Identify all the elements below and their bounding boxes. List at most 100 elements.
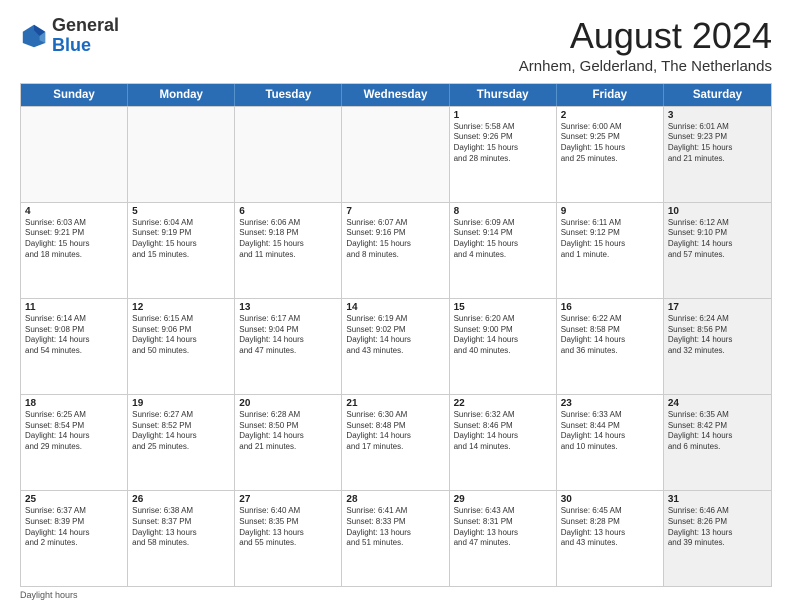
calendar-cell: 16Sunrise: 6:22 AM Sunset: 8:58 PM Dayli… (557, 299, 664, 394)
day-info: Sunrise: 6:41 AM Sunset: 8:33 PM Dayligh… (346, 506, 444, 549)
day-number: 19 (132, 398, 230, 409)
calendar-cell: 19Sunrise: 6:27 AM Sunset: 8:52 PM Dayli… (128, 395, 235, 490)
header: General Blue August 2024 Arnhem, Gelderl… (20, 16, 772, 75)
calendar-cell: 1Sunrise: 5:58 AM Sunset: 9:26 PM Daylig… (450, 107, 557, 202)
calendar-week: 1Sunrise: 5:58 AM Sunset: 9:26 PM Daylig… (21, 106, 771, 202)
calendar-cell: 29Sunrise: 6:43 AM Sunset: 8:31 PM Dayli… (450, 491, 557, 586)
day-info: Sunrise: 6:35 AM Sunset: 8:42 PM Dayligh… (668, 410, 767, 453)
day-info: Sunrise: 6:14 AM Sunset: 9:08 PM Dayligh… (25, 314, 123, 357)
logo-general-text: General (52, 15, 119, 35)
month-title: August 2024 (519, 16, 772, 56)
calendar-cell (235, 107, 342, 202)
day-info: Sunrise: 6:28 AM Sunset: 8:50 PM Dayligh… (239, 410, 337, 453)
day-number: 11 (25, 302, 123, 313)
logo-blue-text: Blue (52, 35, 91, 55)
day-number: 10 (668, 206, 767, 217)
calendar-cell: 30Sunrise: 6:45 AM Sunset: 8:28 PM Dayli… (557, 491, 664, 586)
calendar-cell: 13Sunrise: 6:17 AM Sunset: 9:04 PM Dayli… (235, 299, 342, 394)
calendar-header: SundayMondayTuesdayWednesdayThursdayFrid… (21, 84, 771, 106)
day-number: 28 (346, 494, 444, 505)
calendar-cell: 14Sunrise: 6:19 AM Sunset: 9:02 PM Dayli… (342, 299, 449, 394)
day-number: 1 (454, 110, 552, 121)
calendar-cell: 9Sunrise: 6:11 AM Sunset: 9:12 PM Daylig… (557, 203, 664, 298)
calendar-cell: 8Sunrise: 6:09 AM Sunset: 9:14 PM Daylig… (450, 203, 557, 298)
calendar-cell: 21Sunrise: 6:30 AM Sunset: 8:48 PM Dayli… (342, 395, 449, 490)
day-info: Sunrise: 6:27 AM Sunset: 8:52 PM Dayligh… (132, 410, 230, 453)
day-info: Sunrise: 6:43 AM Sunset: 8:31 PM Dayligh… (454, 506, 552, 549)
calendar-cell: 2Sunrise: 6:00 AM Sunset: 9:25 PM Daylig… (557, 107, 664, 202)
calendar-header-cell: Sunday (21, 84, 128, 106)
day-number: 21 (346, 398, 444, 409)
day-info: Sunrise: 6:19 AM Sunset: 9:02 PM Dayligh… (346, 314, 444, 357)
calendar-cell: 24Sunrise: 6:35 AM Sunset: 8:42 PM Dayli… (664, 395, 771, 490)
day-info: Sunrise: 6:07 AM Sunset: 9:16 PM Dayligh… (346, 218, 444, 261)
title-block: August 2024 Arnhem, Gelderland, The Neth… (519, 16, 772, 75)
calendar-week: 18Sunrise: 6:25 AM Sunset: 8:54 PM Dayli… (21, 394, 771, 490)
day-info: Sunrise: 6:38 AM Sunset: 8:37 PM Dayligh… (132, 506, 230, 549)
calendar-header-cell: Friday (557, 84, 664, 106)
day-info: Sunrise: 6:00 AM Sunset: 9:25 PM Dayligh… (561, 122, 659, 165)
day-info: Sunrise: 6:15 AM Sunset: 9:06 PM Dayligh… (132, 314, 230, 357)
calendar-cell (21, 107, 128, 202)
page: General Blue August 2024 Arnhem, Gelderl… (0, 0, 792, 612)
calendar-header-cell: Tuesday (235, 84, 342, 106)
day-info: Sunrise: 6:11 AM Sunset: 9:12 PM Dayligh… (561, 218, 659, 261)
calendar-cell (342, 107, 449, 202)
calendar-cell: 6Sunrise: 6:06 AM Sunset: 9:18 PM Daylig… (235, 203, 342, 298)
calendar-cell: 3Sunrise: 6:01 AM Sunset: 9:23 PM Daylig… (664, 107, 771, 202)
day-number: 2 (561, 110, 659, 121)
day-info: Sunrise: 6:32 AM Sunset: 8:46 PM Dayligh… (454, 410, 552, 453)
calendar-cell: 11Sunrise: 6:14 AM Sunset: 9:08 PM Dayli… (21, 299, 128, 394)
day-number: 20 (239, 398, 337, 409)
logo: General Blue (20, 16, 119, 56)
day-info: Sunrise: 6:37 AM Sunset: 8:39 PM Dayligh… (25, 506, 123, 549)
calendar-cell: 22Sunrise: 6:32 AM Sunset: 8:46 PM Dayli… (450, 395, 557, 490)
day-info: Sunrise: 6:03 AM Sunset: 9:21 PM Dayligh… (25, 218, 123, 261)
calendar-cell: 5Sunrise: 6:04 AM Sunset: 9:19 PM Daylig… (128, 203, 235, 298)
calendar-cell: 28Sunrise: 6:41 AM Sunset: 8:33 PM Dayli… (342, 491, 449, 586)
day-number: 26 (132, 494, 230, 505)
logo-icon (20, 22, 48, 50)
day-number: 17 (668, 302, 767, 313)
day-info: Sunrise: 6:24 AM Sunset: 8:56 PM Dayligh… (668, 314, 767, 357)
calendar-header-cell: Saturday (664, 84, 771, 106)
calendar-week: 4Sunrise: 6:03 AM Sunset: 9:21 PM Daylig… (21, 202, 771, 298)
calendar-cell (128, 107, 235, 202)
day-info: Sunrise: 6:09 AM Sunset: 9:14 PM Dayligh… (454, 218, 552, 261)
calendar-cell: 27Sunrise: 6:40 AM Sunset: 8:35 PM Dayli… (235, 491, 342, 586)
day-info: Sunrise: 6:06 AM Sunset: 9:18 PM Dayligh… (239, 218, 337, 261)
day-number: 8 (454, 206, 552, 217)
calendar-cell: 18Sunrise: 6:25 AM Sunset: 8:54 PM Dayli… (21, 395, 128, 490)
day-number: 25 (25, 494, 123, 505)
day-number: 14 (346, 302, 444, 313)
day-number: 22 (454, 398, 552, 409)
calendar-header-cell: Monday (128, 84, 235, 106)
calendar-body: 1Sunrise: 5:58 AM Sunset: 9:26 PM Daylig… (21, 106, 771, 586)
calendar-cell: 17Sunrise: 6:24 AM Sunset: 8:56 PM Dayli… (664, 299, 771, 394)
footer-note: Daylight hours (20, 590, 772, 600)
day-info: Sunrise: 6:33 AM Sunset: 8:44 PM Dayligh… (561, 410, 659, 453)
day-number: 6 (239, 206, 337, 217)
calendar-cell: 25Sunrise: 6:37 AM Sunset: 8:39 PM Dayli… (21, 491, 128, 586)
day-info: Sunrise: 6:46 AM Sunset: 8:26 PM Dayligh… (668, 506, 767, 549)
day-number: 29 (454, 494, 552, 505)
day-info: Sunrise: 6:45 AM Sunset: 8:28 PM Dayligh… (561, 506, 659, 549)
day-number: 30 (561, 494, 659, 505)
calendar-week: 11Sunrise: 6:14 AM Sunset: 9:08 PM Dayli… (21, 298, 771, 394)
calendar-cell: 7Sunrise: 6:07 AM Sunset: 9:16 PM Daylig… (342, 203, 449, 298)
day-info: Sunrise: 6:17 AM Sunset: 9:04 PM Dayligh… (239, 314, 337, 357)
calendar-cell: 31Sunrise: 6:46 AM Sunset: 8:26 PM Dayli… (664, 491, 771, 586)
day-number: 4 (25, 206, 123, 217)
calendar-cell: 10Sunrise: 6:12 AM Sunset: 9:10 PM Dayli… (664, 203, 771, 298)
day-info: Sunrise: 5:58 AM Sunset: 9:26 PM Dayligh… (454, 122, 552, 165)
calendar-cell: 26Sunrise: 6:38 AM Sunset: 8:37 PM Dayli… (128, 491, 235, 586)
day-number: 27 (239, 494, 337, 505)
location-title: Arnhem, Gelderland, The Netherlands (519, 58, 772, 75)
calendar-header-cell: Thursday (450, 84, 557, 106)
calendar-cell: 20Sunrise: 6:28 AM Sunset: 8:50 PM Dayli… (235, 395, 342, 490)
day-number: 23 (561, 398, 659, 409)
calendar-week: 25Sunrise: 6:37 AM Sunset: 8:39 PM Dayli… (21, 490, 771, 586)
day-number: 7 (346, 206, 444, 217)
day-info: Sunrise: 6:20 AM Sunset: 9:00 PM Dayligh… (454, 314, 552, 357)
day-number: 3 (668, 110, 767, 121)
